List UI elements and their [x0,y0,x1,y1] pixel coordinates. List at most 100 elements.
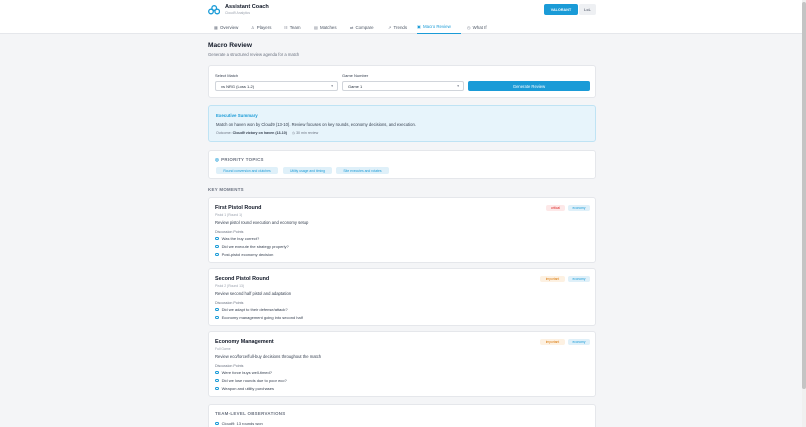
checkbox-circle-icon [215,236,219,241]
chevron-down-icon: ▾ [331,84,333,88]
summary-meta: Outcome: Cloud9 victory on haven (13-10)… [216,131,318,135]
checkbox-circle-icon [215,370,219,375]
tab-macro-review[interactable]: ▣ Macro Review [417,20,461,34]
observation-item: Cloud9: 13 rounds won [215,421,263,426]
valorant-button[interactable]: VALORANT [544,4,578,15]
game-select[interactable]: Game 1 ▾ [342,81,464,91]
moment-description: Review eco/force/full-buy decisions thro… [215,354,322,359]
game-select-label: Game Number [342,73,369,78]
trend-line-icon: ↗ [388,24,392,30]
moment-meta: Full Game [215,347,231,351]
tab-overview[interactable]: ▦ Overview [214,20,238,34]
discussion-point[interactable]: Did we lose rounds due to poor eco? [215,378,287,383]
discussion-point[interactable]: Economy management going into second hal… [215,315,303,320]
checkbox-circle-icon [215,244,219,249]
category-badge: economy [568,276,590,282]
moment-description: Review pistol round execution and econom… [215,220,309,225]
target-icon: ◎ [215,157,220,162]
tab-label: Team [289,24,301,30]
discussion-point[interactable]: Did we adapt to their defense/attack? [215,307,288,312]
moment-meta: Pistol 2 (Round 13) [215,284,245,288]
clock-icon: ◷ [467,24,471,30]
scrollbar-thumb[interactable] [802,2,806,389]
discussion-point[interactable]: Weapon and utility purchases [215,386,274,391]
observations-title: TEAM-LEVEL OBSERVATIONS [215,411,286,416]
outcome-label: Outcome: [216,131,232,135]
user-icon: ♙ [251,24,255,30]
page-subtitle: Generate a structured review agenda for … [208,52,300,57]
tab-label: Trends [393,24,408,30]
tab-label: Matches [319,24,337,30]
checkbox-circle-icon [215,386,219,391]
discussion-point[interactable]: Were force buys well-timed? [215,370,272,375]
tab-trends[interactable]: ↗ Trends [388,20,407,34]
grid-icon: ▦ [214,24,218,30]
moment-title: First Pistol Round [215,205,262,211]
nav-tabs: ▦ Overview ♙ Players ☷ Team ▤ Matches ⇄ Compa… [0,20,806,34]
topic-pill: Round conversion and clutches [216,167,278,174]
tab-label: Players [256,24,272,30]
page-scrollbar[interactable] [802,0,806,427]
review-form-card: Select Match vs NRG (Loss 1-2) ▾ Game Nu… [208,65,596,98]
team-icon: ☷ [284,24,288,30]
page-title: Macro Review [208,42,252,49]
checkbox-circle-icon [215,315,219,320]
discussion-points-label: Discussion Points [215,230,244,234]
compare-arrows-icon: ⇄ [350,24,354,30]
severity-badge: important [540,276,565,282]
checkbox-circle-icon [215,252,219,257]
game-select-value: Game 1 [348,83,363,89]
app-subtitle: Cloud9 Analytics [225,11,251,15]
list-icon: ▤ [314,24,318,30]
category-badge: economy [568,205,590,211]
outcome-value: Cloud9 victory on haven (13-10) [232,131,287,135]
app-header: Assistant Coach Cloud9 Analytics VALORAN… [0,0,806,20]
topic-pill: Site executes and rotates [336,167,389,174]
clock-icon: ◷ [291,131,296,135]
circle-icon [215,421,219,426]
match-select-value: vs NRG (Loss 1-2) [221,83,255,89]
discussion-point[interactable]: Was the buy correct? [215,236,259,241]
tab-team[interactable]: ☷ Team [284,20,301,34]
cloud9-logo-icon [208,5,220,15]
priority-topics-card: ◎ PRIORITY TOPICS Round conversion and cl… [208,150,596,179]
lol-button[interactable]: LoL [579,4,596,15]
tab-label: What If [472,24,487,30]
generate-review-button[interactable]: Generate Review [468,81,590,91]
executive-summary: Executive Summary Match on haven won by … [208,105,596,142]
moment-card: First Pistol Round critical economy Pist… [208,197,596,263]
category-badge: economy [568,339,590,345]
review-duration: 30 min review [296,131,319,135]
team-observations-card: TEAM-LEVEL OBSERVATIONS Cloud9: 13 round… [208,404,596,427]
tab-matches[interactable]: ▤ Matches [314,20,337,34]
tab-label: Macro Review [422,24,451,29]
tab-players[interactable]: ♙ Players [251,20,271,34]
discussion-points-label: Discussion Points [215,364,244,368]
checkbox-circle-icon [215,307,219,312]
tab-label: Compare [355,24,374,30]
key-moments-title: KEY MOMENTS [208,187,244,192]
moment-description: Review second half pistol and adaptation [215,291,292,296]
match-select-label: Select Match [215,73,239,78]
summary-title: Executive Summary [216,113,258,118]
chevron-down-icon: ▾ [457,84,459,88]
severity-badge: critical [546,205,565,211]
discussion-point[interactable]: Post-pistol economy decision [215,252,273,257]
summary-text: Match on haven won by Cloud9 (13-10). Re… [216,122,416,127]
checkbox-circle-icon [215,378,219,383]
match-select[interactable]: vs NRG (Loss 1-2) ▾ [215,81,338,91]
discussion-point[interactable]: Did we execute the strategy properly? [215,244,289,249]
document-icon: ▣ [417,24,421,29]
moment-card: Economy Management important economy Ful… [208,331,596,397]
severity-badge: important [540,339,565,345]
app-title: Assistant Coach [225,4,269,10]
moment-title: Second Pistol Round [215,276,270,282]
tab-label: Overview [219,24,239,30]
tab-compare[interactable]: ⇄ Compare [350,20,374,34]
discussion-points-label: Discussion Points [215,301,244,305]
moment-title: Economy Management [215,339,274,345]
moment-meta: Pistol 1 (Round 1) [215,213,243,217]
moment-card: Second Pistol Round important economy Pi… [208,268,596,326]
priority-topics-title: ◎ PRIORITY TOPICS [215,157,264,162]
tab-what-if[interactable]: ◷ What If [467,20,487,34]
